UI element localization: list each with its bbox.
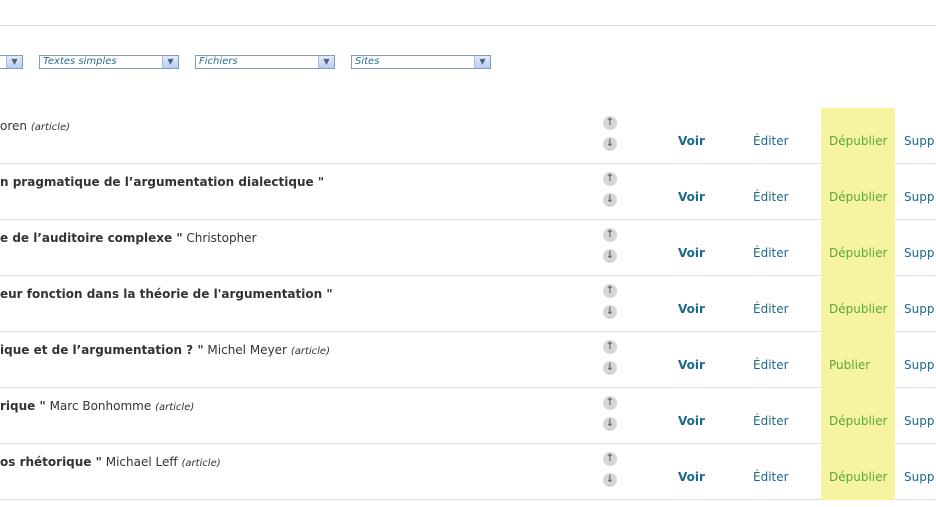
row-author: Christopher [186, 231, 257, 245]
publish-toggle-link[interactable]: Publier [829, 358, 870, 372]
delete-link[interactable]: Supp [904, 414, 934, 428]
row-author: Marc Bonhomme [49, 399, 152, 413]
edit-link[interactable]: Éditer [753, 302, 789, 316]
row-kind: (article) [155, 402, 195, 413]
row-title[interactable]: eur fonction dans la théorie de l'argume… [0, 287, 333, 301]
row-title[interactable]: ique et de l’argumentation ? " Michel Me… [0, 343, 330, 357]
row-title[interactable]: rique " Marc Bonhomme (article) [0, 399, 194, 413]
table-row: oren (article) ↑ ↓ Voir Éditer Dépublier… [0, 108, 936, 164]
delete-link[interactable]: Supp [904, 470, 934, 484]
publish-toggle-link[interactable]: Dépublier [829, 134, 887, 148]
table-row: rique " Marc Bonhomme (article) ↑ ↓ Voir… [0, 388, 936, 444]
table-row: e de l’auditoire complexe " Christopher … [0, 220, 936, 276]
table-row: ique et de l’argumentation ? " Michel Me… [0, 332, 936, 388]
view-link[interactable]: Voir [678, 190, 705, 204]
view-link[interactable]: Voir [678, 470, 705, 484]
move-down-icon[interactable]: ↓ [603, 137, 617, 151]
row-title[interactable]: os rhétorique " Michael Leff (article) [0, 455, 221, 469]
edit-link[interactable]: Éditer [753, 134, 789, 148]
row-title-text: n pragmatique de l’argumentation dialect… [0, 175, 325, 189]
chevron-down-icon: ▼ [6, 56, 22, 68]
row-title[interactable]: n pragmatique de l’argumentation dialect… [0, 175, 324, 189]
view-link[interactable]: Voir [678, 134, 705, 148]
move-down-icon[interactable]: ↓ [603, 361, 617, 375]
row-author: oren [0, 119, 27, 133]
edit-link[interactable]: Éditer [753, 414, 789, 428]
table-row: os rhétorique " Michael Leff (article) ↑… [0, 444, 936, 500]
edit-link[interactable]: Éditer [753, 246, 789, 260]
row-kind: (article) [181, 458, 221, 469]
filter-select-simple-texts[interactable]: Textes simples ▼ [39, 55, 179, 69]
view-link[interactable]: Voir [678, 358, 705, 372]
move-down-icon[interactable]: ↓ [603, 473, 617, 487]
publish-toggle-link[interactable]: Dépublier [829, 246, 887, 260]
filter-select-files[interactable]: Fichiers ▼ [195, 55, 335, 69]
move-down-icon[interactable]: ↓ [603, 417, 617, 431]
view-link[interactable]: Voir [678, 246, 705, 260]
row-author: Michael Leff [105, 455, 178, 469]
move-down-icon[interactable]: ↓ [603, 193, 617, 207]
edit-link[interactable]: Éditer [753, 358, 789, 372]
row-kind: (article) [30, 122, 70, 133]
move-down-icon[interactable]: ↓ [603, 305, 617, 319]
move-down-icon[interactable]: ↓ [603, 249, 617, 263]
delete-link[interactable]: Supp [904, 358, 934, 372]
publish-toggle-link[interactable]: Dépublier [829, 190, 887, 204]
row-title-text: os rhétorique " [0, 455, 102, 469]
move-up-icon[interactable]: ↑ [603, 284, 617, 298]
move-up-icon[interactable]: ↑ [603, 396, 617, 410]
table-row: n pragmatique de l’argumentation dialect… [0, 164, 936, 220]
chevron-down-icon: ▼ [162, 56, 178, 68]
move-up-icon[interactable]: ↑ [603, 228, 617, 242]
edit-link[interactable]: Éditer [753, 470, 789, 484]
edit-link[interactable]: Éditer [753, 190, 789, 204]
filter-select-sites[interactable]: Sites ▼ [351, 55, 491, 69]
delete-link[interactable]: Supp [904, 134, 934, 148]
move-up-icon[interactable]: ↑ [603, 340, 617, 354]
top-divider [0, 25, 936, 26]
publish-toggle-link[interactable]: Dépublier [829, 302, 887, 316]
row-kind: (article) [290, 346, 330, 357]
filter-select-value: Fichiers [199, 56, 238, 67]
view-link[interactable]: Voir [678, 302, 705, 316]
move-up-icon[interactable]: ↑ [603, 116, 617, 130]
delete-link[interactable]: Supp [904, 246, 934, 260]
filter-select-value: Sites [355, 56, 380, 67]
filter-select-value: Textes simples [43, 56, 117, 67]
delete-link[interactable]: Supp [904, 302, 934, 316]
chevron-down-icon: ▼ [474, 56, 490, 68]
delete-link[interactable]: Supp [904, 190, 934, 204]
move-up-icon[interactable]: ↑ [603, 172, 617, 186]
view-link[interactable]: Voir [678, 414, 705, 428]
chevron-down-icon: ▼ [318, 56, 334, 68]
row-title-text: ique et de l’argumentation ? " [0, 343, 204, 357]
row-title[interactable]: e de l’auditoire complexe " Christopher [0, 231, 257, 245]
publish-toggle-link[interactable]: Dépublier [829, 414, 887, 428]
row-title-text: rique " [0, 399, 46, 413]
row-title-text: e de l’auditoire complexe " [0, 231, 183, 245]
table-row: eur fonction dans la théorie de l'argume… [0, 276, 936, 332]
row-title-text: eur fonction dans la théorie de l'argume… [0, 287, 333, 301]
move-up-icon[interactable]: ↑ [603, 452, 617, 466]
publish-toggle-link[interactable]: Dépublier [829, 470, 887, 484]
row-author: Michel Meyer [207, 343, 287, 357]
filter-select-types[interactable]: ▼ [0, 55, 23, 69]
row-title[interactable]: oren (article) [0, 119, 70, 133]
